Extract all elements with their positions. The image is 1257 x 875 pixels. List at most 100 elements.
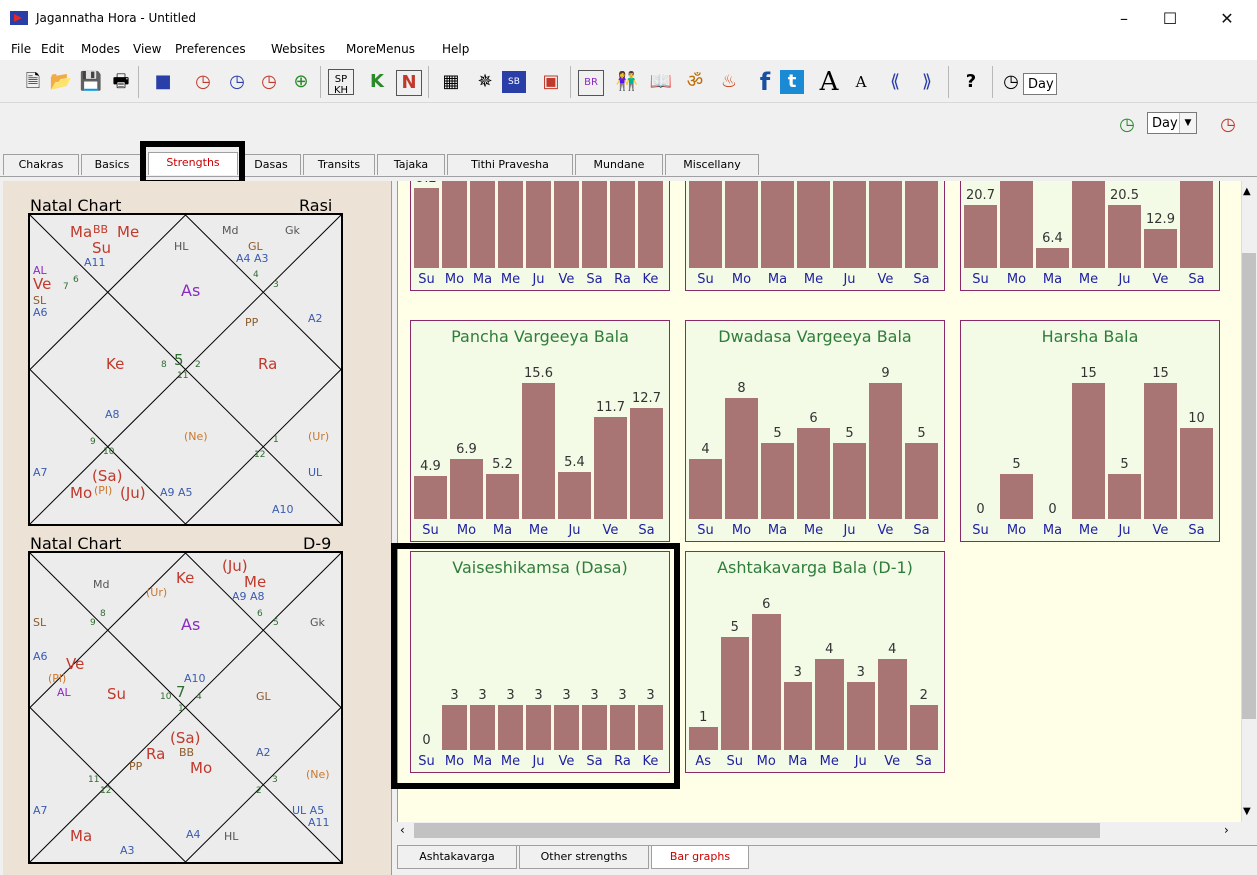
book-icon[interactable]: 📖 bbox=[646, 67, 676, 97]
time-icon[interactable]: ◷ bbox=[996, 67, 1026, 97]
x-tick-label: Su bbox=[972, 523, 989, 538]
rasi-house-num: 1 bbox=[273, 435, 279, 445]
menu-help[interactable]: Help bbox=[442, 42, 469, 56]
couple-icon[interactable]: 👫 bbox=[612, 67, 642, 97]
square-k-icon[interactable]: ▣ bbox=[536, 67, 566, 97]
tab-basics[interactable]: Basics bbox=[81, 154, 143, 175]
tab-chakras[interactable]: Chakras bbox=[3, 154, 79, 175]
chart-wizard-icon[interactable]: ■ bbox=[148, 67, 178, 97]
horizontal-scroll-thumb[interactable] bbox=[414, 823, 1100, 838]
rasi-mercury: Me bbox=[117, 223, 140, 241]
scroll-left-icon[interactable]: ‹ bbox=[400, 823, 405, 837]
n-icon[interactable]: N bbox=[396, 70, 422, 96]
sb-icon[interactable]: SB bbox=[502, 71, 526, 93]
d9-mars: Ma bbox=[70, 827, 93, 845]
tab-miscellany[interactable]: Miscellany bbox=[665, 154, 759, 175]
d9-a6: A6 bbox=[33, 650, 48, 663]
d9-pp: PP bbox=[129, 760, 143, 773]
rasi-house-num: 6 bbox=[73, 275, 79, 285]
sun-icon[interactable]: ✵ bbox=[470, 67, 500, 97]
tab-transits[interactable]: Transits bbox=[303, 154, 375, 175]
sp-kh-icon[interactable]: SP KH bbox=[328, 69, 354, 96]
rasi-ascendant: As bbox=[181, 281, 201, 300]
bar bbox=[414, 188, 439, 268]
x-tick-label: Su bbox=[422, 523, 439, 538]
menu-file[interactable]: File bbox=[11, 42, 31, 56]
menu-moremenus[interactable]: MoreMenus bbox=[346, 42, 415, 56]
close-button[interactable]: ✕ bbox=[1204, 6, 1250, 32]
grid-icon[interactable]: ▦ bbox=[436, 67, 466, 97]
bar bbox=[1072, 181, 1105, 268]
bar-value-label: 5 bbox=[730, 620, 739, 635]
bar bbox=[797, 181, 830, 268]
open-folder-icon[interactable]: 📂 bbox=[46, 67, 76, 97]
bar bbox=[1144, 383, 1177, 519]
tab-tajaka[interactable]: Tajaka bbox=[377, 154, 445, 175]
rasi-house-num: 10 bbox=[103, 447, 115, 457]
br-icon[interactable]: BR bbox=[578, 70, 604, 96]
fire-icon[interactable]: ♨ bbox=[714, 67, 744, 97]
om-icon[interactable]: ॐ bbox=[680, 67, 710, 97]
menu-edit[interactable]: Edit bbox=[41, 42, 64, 56]
tab-other-strengths[interactable]: Other strengths bbox=[519, 846, 649, 869]
minimize-button[interactable]: – bbox=[1101, 6, 1147, 32]
time-unit-select-1[interactable]: Day bbox=[1023, 73, 1057, 95]
chevron-down-icon[interactable]: ▼ bbox=[1179, 113, 1196, 133]
bar bbox=[1108, 474, 1141, 519]
rasi-house-num: 5 bbox=[174, 351, 184, 369]
menu-view[interactable]: View bbox=[133, 42, 161, 56]
bar bbox=[610, 181, 635, 268]
app-logo-icon bbox=[10, 11, 28, 25]
transit-icon[interactable]: ◷ bbox=[222, 67, 252, 97]
d9-venus: Ve bbox=[66, 655, 85, 673]
menu-preferences[interactable]: Preferences bbox=[175, 42, 246, 56]
time-forward-icon[interactable]: ◷ bbox=[1213, 110, 1243, 140]
time-unit-select-2[interactable]: Day ▼ bbox=[1147, 112, 1197, 134]
scroll-up-icon[interactable]: ▲ bbox=[1243, 186, 1251, 197]
maximize-button[interactable]: ☐ bbox=[1147, 6, 1193, 32]
bar-value-label: 5 bbox=[773, 426, 782, 441]
bar bbox=[450, 459, 483, 519]
x-tick-label: Me bbox=[1078, 272, 1099, 287]
d9-sl: SL bbox=[33, 616, 47, 629]
font-decrease-icon[interactable]: A bbox=[846, 67, 876, 97]
bar bbox=[783, 682, 812, 750]
vertical-scroll-thumb[interactable] bbox=[1242, 253, 1256, 719]
bar-graph-title: Ashtakavarga Bala (D-1) bbox=[717, 558, 913, 577]
scroll-right-icon[interactable]: › bbox=[1224, 823, 1229, 837]
back-double-icon[interactable]: ⟪ bbox=[880, 67, 910, 97]
tab-dasas[interactable]: Dasas bbox=[241, 154, 301, 175]
twitter-icon[interactable]: t bbox=[780, 70, 804, 94]
x-tick-label: Su bbox=[726, 754, 744, 769]
menu-websites[interactable]: Websites bbox=[271, 42, 325, 56]
d9-chart[interactable]: Md Ke (Ur) (Ju) Me A9 A8 8 9 6 5 SL As G… bbox=[28, 551, 343, 864]
menu-modes[interactable]: Modes bbox=[81, 42, 120, 56]
bar bbox=[846, 682, 875, 750]
scroll-down-icon[interactable]: ▼ bbox=[1243, 806, 1251, 817]
sudarshana-icon[interactable]: ⊕ bbox=[286, 67, 316, 97]
font-increase-icon[interactable]: A bbox=[814, 67, 844, 97]
x-tick-label: Me bbox=[500, 272, 521, 287]
tab-ashtakavarga[interactable]: Ashtakavarga bbox=[397, 846, 517, 869]
rasi-house-num: 11 bbox=[177, 371, 189, 381]
tab-mundane[interactable]: Mundane bbox=[575, 154, 663, 175]
rasi-ketu: Ke bbox=[106, 355, 125, 373]
facebook-icon[interactable]: f bbox=[750, 67, 780, 97]
help-icon[interactable]: ? bbox=[956, 67, 986, 97]
birth-data-icon[interactable]: ◷ bbox=[188, 67, 218, 97]
compatibility-icon[interactable]: ◷ bbox=[254, 67, 284, 97]
tab-bar-graphs[interactable]: Bar graphs bbox=[651, 846, 749, 869]
print-icon[interactable]: 🖶 bbox=[106, 67, 136, 97]
new-file-icon[interactable]: 🗎 bbox=[18, 67, 48, 97]
forward-double-icon[interactable]: ⟫ bbox=[912, 67, 942, 97]
rasi-hl: HL bbox=[174, 240, 189, 253]
d9-gk: Gk bbox=[310, 616, 325, 629]
time-back-icon[interactable]: ◷ bbox=[1112, 110, 1142, 140]
bar-graph-panel: Ashtakavarga Bala (D-1) 1 As 5 Su 6 Mo 3 Ma 4 Me 3 J… bbox=[685, 551, 945, 773]
k-icon[interactable]: K bbox=[362, 67, 392, 97]
rasi-a10: A10 bbox=[272, 503, 294, 516]
save-disk-icon[interactable]: 💾 bbox=[76, 67, 106, 97]
rasi-chart[interactable]: Ma BB Me Su A11 6 7 AL Ve SL A6 Md Gk HL… bbox=[28, 213, 343, 526]
tab-tithi-pravesha[interactable]: Tithi Pravesha bbox=[447, 154, 573, 175]
d9-house-num: 4 bbox=[196, 692, 202, 702]
